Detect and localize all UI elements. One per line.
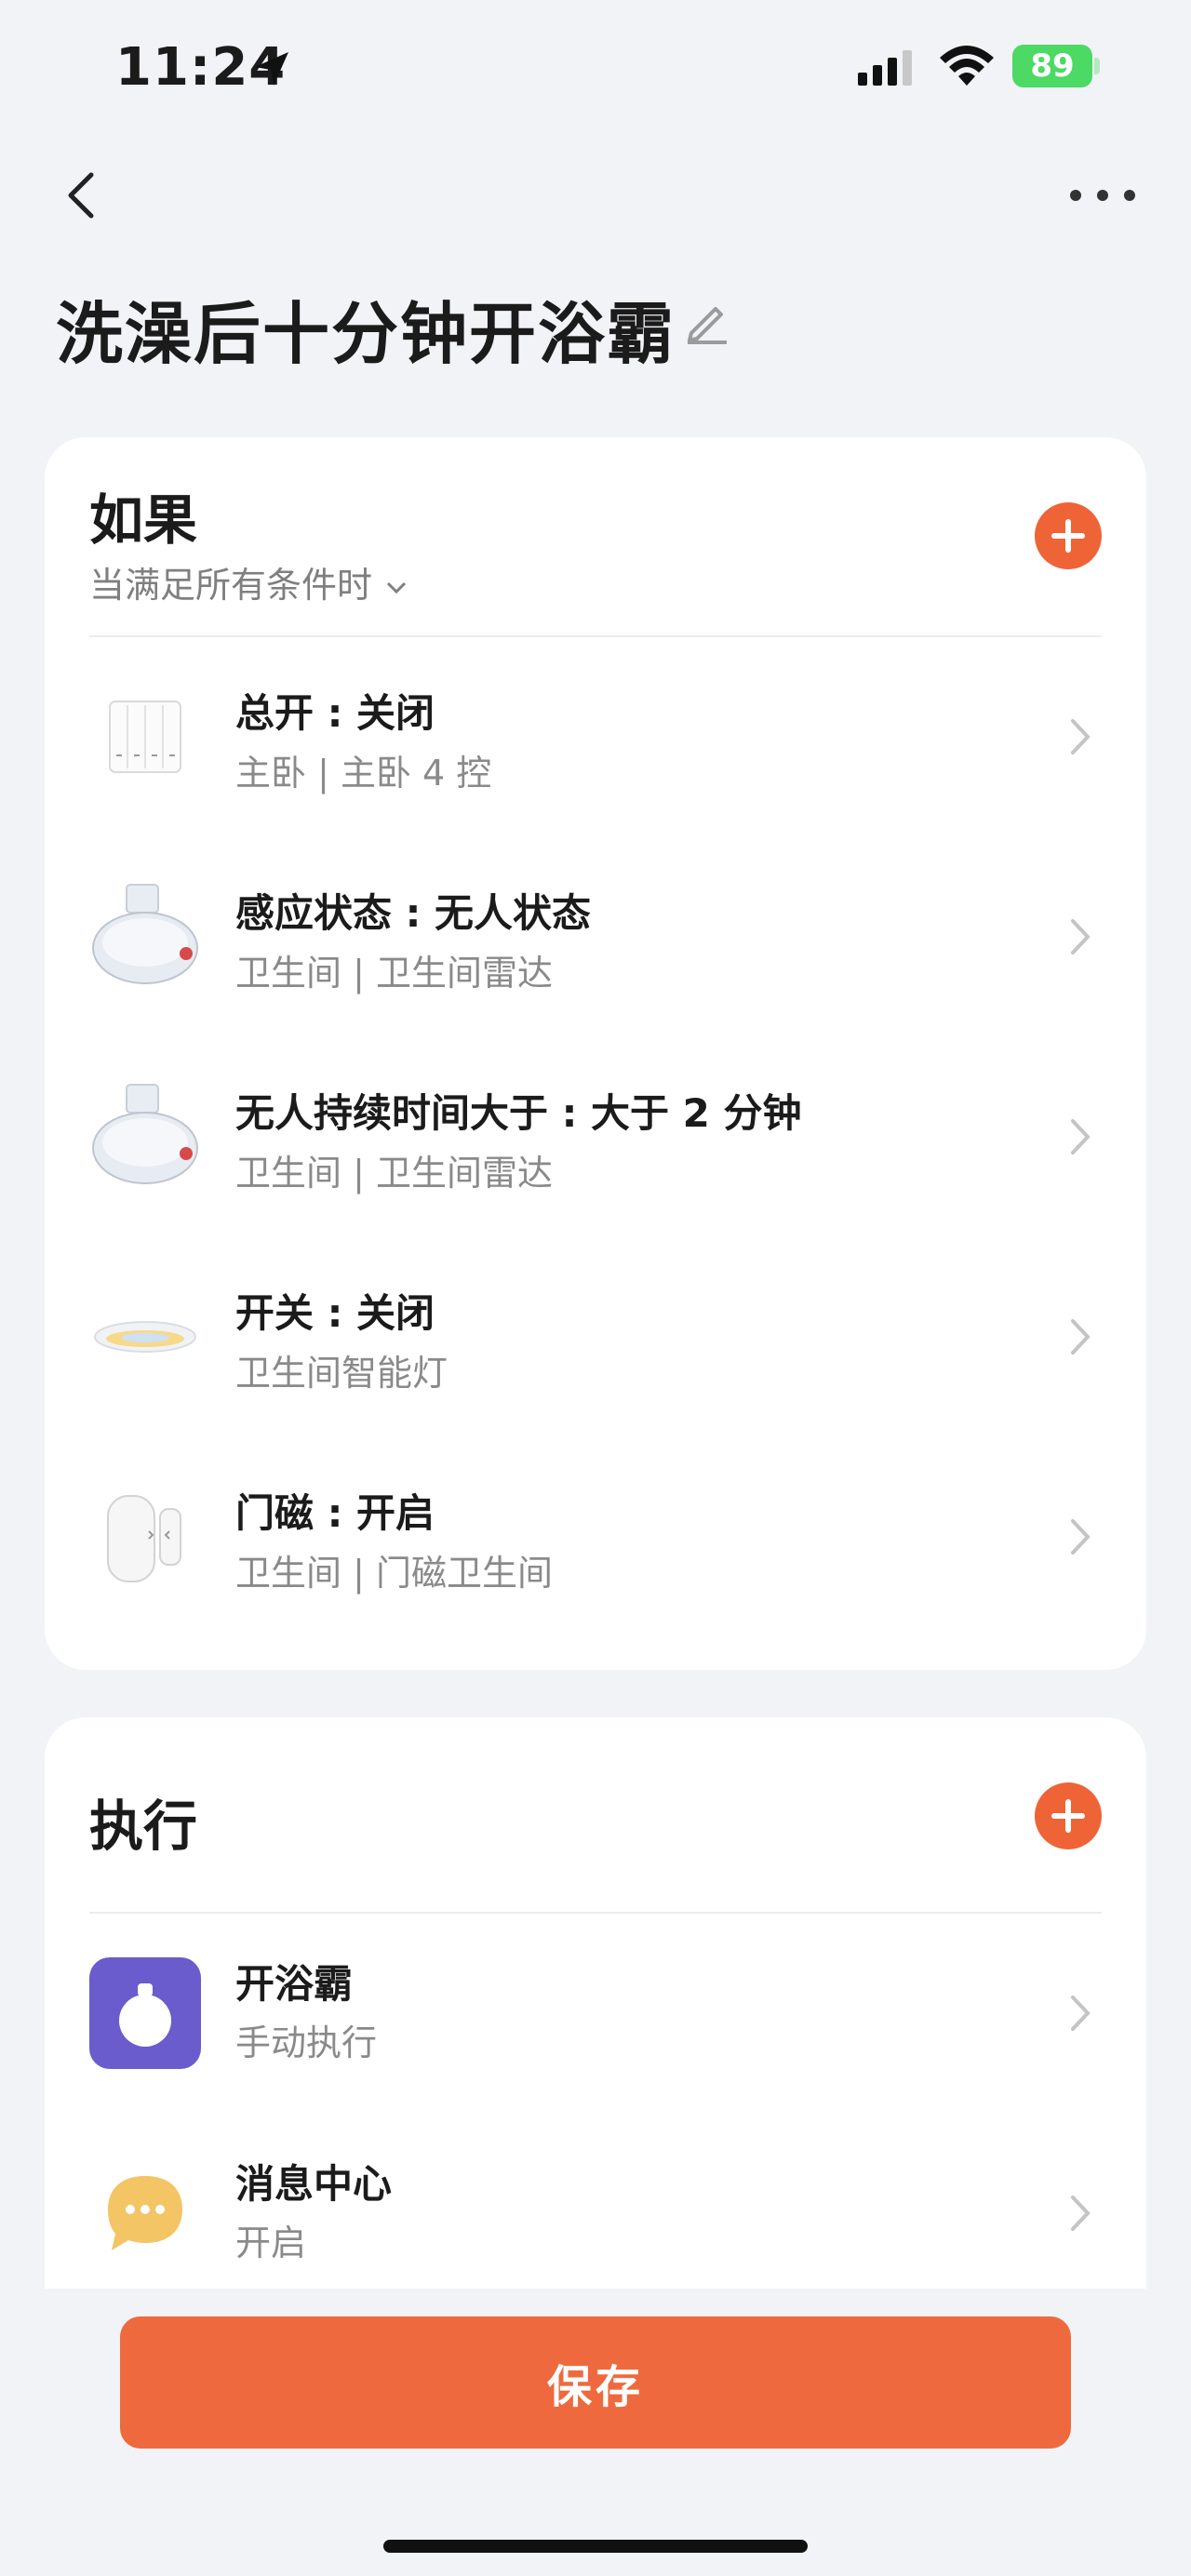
action-subtitle: 开启 (235, 2222, 307, 2263)
location-arrow-icon (255, 52, 288, 86)
actions-card: 执行 开浴霸 手动执行 消息中心 开启 (45, 1717, 1146, 2289)
home-indicator (383, 2540, 808, 2553)
condition-row[interactable]: 无人持续时间大于 : 大于 2 分钟 卫生间 | 卫生间雷达 (45, 1037, 1146, 1237)
condition-title: 感应状态 : 无人状态 (235, 890, 592, 936)
top-nav (0, 158, 1191, 233)
action-title: 开浴霸 (235, 1961, 354, 2007)
chevron-right-icon (1071, 1995, 1091, 2031)
page-title: 洗澡后十分钟开浴霸 (56, 295, 676, 373)
condition-mode-label: 当满足所有条件时 (89, 565, 373, 606)
conditions-title: 如果 (89, 488, 198, 552)
condition-subtitle: 卫生间智能灯 (235, 1353, 448, 1394)
battery-cap (1094, 58, 1100, 74)
status-bar: 11:24 89 (0, 0, 1191, 140)
back-arrow-icon[interactable] (56, 167, 112, 223)
chevron-down-icon (386, 581, 407, 594)
condition-row[interactable]: 感应状态 : 无人状态 卫生间 | 卫生间雷达 (45, 837, 1146, 1037)
action-subtitle: 手动执行 (235, 2022, 378, 2063)
condition-title: 门磁 : 开启 (235, 1490, 435, 1536)
door-sensor-icon (107, 1495, 181, 1582)
action-row[interactable]: 开浴霸 手动执行 (45, 1914, 1146, 2114)
condition-subtitle: 卫生间 | 卫生间雷达 (235, 1153, 553, 1194)
cellular-signal-icon (858, 50, 912, 86)
message-bubble-icon (108, 2176, 182, 2250)
conditions-header: 如果 当满足所有条件时 (45, 437, 1146, 637)
actions-header: 执行 (45, 1717, 1146, 1914)
condition-row[interactable]: 总开 : 关闭 主卧 | 主卧 4 控 (45, 637, 1146, 837)
add-condition-button[interactable] (1035, 502, 1102, 569)
condition-title: 总开 : 关闭 (235, 690, 435, 736)
condition-row[interactable]: 门磁 : 开启 卫生间 | 门磁卫生间 (45, 1437, 1146, 1637)
condition-title: 无人持续时间大于 : 大于 2 分钟 (235, 1090, 802, 1136)
condition-mode-selector[interactable]: 当满足所有条件时 (89, 556, 408, 607)
save-button[interactable]: 保存 (120, 2316, 1071, 2449)
battery-indicator: 89 (1012, 45, 1092, 87)
more-options-icon[interactable] (1070, 177, 1135, 214)
radar-sensor-icon (92, 1084, 198, 1184)
add-action-button[interactable] (1035, 1782, 1102, 1849)
condition-subtitle: 主卧 | 主卧 4 控 (235, 753, 492, 794)
condition-subtitle: 卫生间 | 卫生间雷达 (235, 953, 553, 994)
edit-pencil-icon[interactable] (684, 298, 730, 344)
chevron-right-icon (1071, 1519, 1091, 1555)
radar-sensor-icon (92, 884, 198, 984)
condition-title: 开关 : 关闭 (235, 1290, 435, 1336)
manual-scene-icon (89, 1957, 201, 2069)
chevron-right-icon (1071, 1119, 1091, 1155)
chevron-right-icon (1071, 719, 1091, 754)
chevron-right-icon (1071, 2196, 1091, 2231)
condition-subtitle: 卫生间 | 门磁卫生间 (235, 1553, 553, 1594)
condition-row[interactable]: 开关 : 关闭 卫生间智能灯 (45, 1237, 1146, 1437)
smart-light-icon (94, 1321, 196, 1353)
conditions-card: 如果 当满足所有条件时 总开 : 关闭 主卧 | 主卧 4 控 感应状态 : 无… (45, 437, 1146, 1670)
chevron-right-icon (1071, 1319, 1091, 1355)
action-title: 消息中心 (235, 2161, 393, 2207)
switch-panel-icon (109, 701, 181, 773)
action-row[interactable]: 消息中心 开启 (45, 2114, 1146, 2289)
wifi-icon (940, 46, 994, 86)
chevron-right-icon (1071, 919, 1091, 954)
actions-title: 执行 (89, 1795, 198, 1858)
